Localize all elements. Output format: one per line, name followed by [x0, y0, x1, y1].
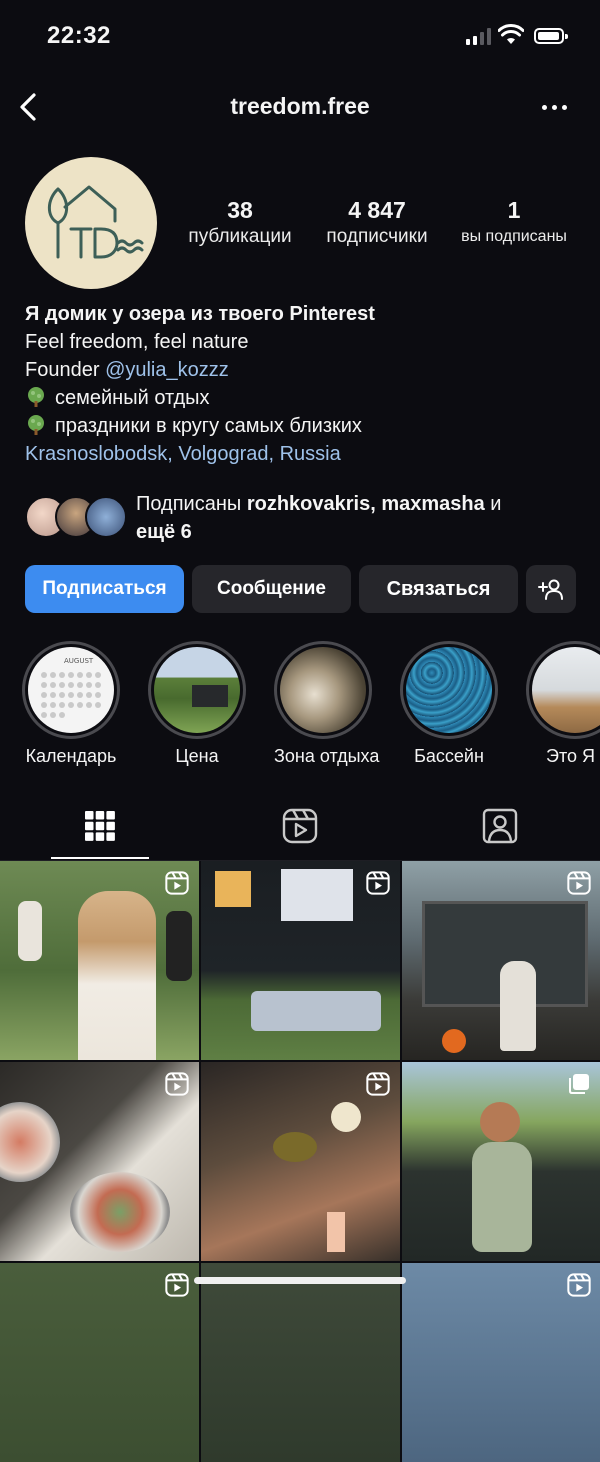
posts-grid	[0, 861, 600, 1462]
highlight-label: Цена	[175, 746, 219, 766]
followed-by-text: Подписаны rozhkovakris, maxmasha и ещё 6	[136, 490, 566, 546]
username-title: treedom.free	[230, 93, 370, 119]
reel-badge-icon	[165, 871, 189, 895]
followed-more: ещё 6	[136, 521, 192, 543]
highlight-cover: AUGUST	[28, 647, 114, 733]
treedom-logo	[47, 185, 144, 259]
reel-badge-icon	[165, 1273, 189, 1297]
tagged-person-icon	[482, 808, 518, 844]
reel-badge-icon	[366, 871, 390, 895]
founder-mention-link[interactable]: @yulia_kozzz	[105, 359, 229, 381]
message-button[interactable]: Сообщение	[192, 565, 351, 613]
status-time: 22:32	[47, 22, 111, 49]
posts-label: публикации	[188, 226, 292, 247]
tab-posts-grid[interactable]	[0, 792, 200, 860]
bio-item-text: семейный отдых	[55, 387, 210, 409]
calendar-hearts-image: AUGUST	[41, 657, 101, 718]
highlight-pool[interactable]: Бассейн	[400, 641, 498, 767]
highlight-label: Календарь	[25, 746, 117, 766]
wifi-icon	[498, 24, 524, 44]
follower-avatar	[85, 496, 127, 538]
reel-badge-icon	[366, 1072, 390, 1096]
highlight-rest-zone[interactable]: Зона отдыха	[274, 641, 380, 767]
profile-name: Я домик у озера из твоего Pinterest	[25, 303, 375, 325]
followed-names: rozhkovakris, maxmasha	[246, 493, 485, 515]
location-link[interactable]: Krasnoslobodsk, Volgograd, Russia	[25, 440, 585, 468]
profile-bio: Я домик у озера из твоего Pinterest Feel…	[25, 300, 585, 468]
followed-prefix: Подписаны	[136, 493, 247, 515]
post-thumbnail[interactable]	[201, 861, 400, 1060]
tree-icon	[28, 387, 44, 407]
highlight-about-me[interactable]: Это Я	[526, 641, 600, 767]
posts-count: 38	[227, 197, 253, 223]
profile-avatar[interactable]	[25, 157, 157, 289]
battery-icon	[534, 28, 568, 44]
highlight-cover	[406, 647, 492, 733]
home-indicator[interactable]	[194, 1277, 406, 1284]
post-thumbnail[interactable]	[0, 1062, 199, 1261]
tree-icon	[28, 415, 44, 435]
following-label: вы подписаны	[461, 228, 567, 245]
bio-item: праздники в кругу самых близких	[25, 412, 585, 440]
more-options-icon[interactable]	[542, 105, 567, 110]
following-count: 1	[507, 197, 521, 223]
post-thumbnail[interactable]	[0, 861, 199, 1060]
highlight-calendar[interactable]: AUGUST Календарь	[22, 641, 120, 767]
highlight-label: Бассейн	[414, 746, 484, 766]
suggested-people-button[interactable]	[526, 565, 576, 613]
reels-icon	[282, 808, 318, 844]
grid-icon	[85, 811, 115, 841]
followed-by[interactable]: Подписаны rozhkovakris, maxmasha и ещё 6	[25, 490, 585, 550]
followers-label: подписчики	[326, 226, 428, 247]
content-tabs	[0, 792, 600, 861]
highlight-cover	[154, 647, 240, 733]
highlight-cover	[532, 647, 600, 733]
post-thumbnail[interactable]	[201, 1062, 400, 1261]
active-tab-indicator	[51, 857, 149, 859]
tab-reels[interactable]	[200, 792, 400, 860]
highlight-label: Это Я	[546, 746, 595, 766]
post-thumbnail[interactable]	[402, 861, 600, 1060]
following-stat[interactable]: 1 вы подписаны	[450, 196, 578, 250]
highlight-price[interactable]: Цена	[148, 641, 246, 767]
bio-item-text: праздники в кругу самых близких	[55, 415, 362, 437]
status-bar: 22:32	[0, 0, 600, 75]
post-thumbnail[interactable]	[402, 1062, 600, 1261]
highlight-cover	[280, 647, 366, 733]
cellular-signal-icon	[466, 28, 491, 45]
founder-prefix: Founder	[25, 359, 106, 381]
add-person-icon	[538, 579, 563, 600]
followers-count: 4 847	[348, 197, 406, 223]
post-thumbnail[interactable]	[0, 1263, 199, 1462]
profile-header: treedom.free	[0, 80, 600, 134]
bio-line: Feel freedom, feel nature	[25, 331, 249, 353]
followers-stat[interactable]: 4 847 подписчики	[312, 196, 442, 250]
carousel-badge-icon	[569, 1074, 589, 1094]
tab-tagged[interactable]	[400, 792, 600, 860]
contact-button[interactable]: Связаться	[359, 565, 518, 613]
bio-founder-line: Founder @yulia_kozzz	[25, 356, 585, 384]
reel-badge-icon	[165, 1072, 189, 1096]
highlight-label: Зона отдыха	[274, 746, 380, 766]
bio-item: семейный отдых	[25, 384, 585, 412]
house-shape	[192, 685, 228, 707]
reel-badge-icon	[567, 871, 591, 895]
post-thumbnail[interactable]	[402, 1263, 600, 1462]
posts-stat[interactable]: 38 публикации	[175, 196, 305, 250]
follow-button[interactable]: Подписаться	[25, 565, 184, 613]
followed-suffix: и	[484, 493, 502, 515]
reel-badge-icon	[567, 1273, 591, 1297]
post-thumbnail[interactable]	[201, 1263, 400, 1462]
calendar-month: AUGUST	[64, 657, 94, 665]
